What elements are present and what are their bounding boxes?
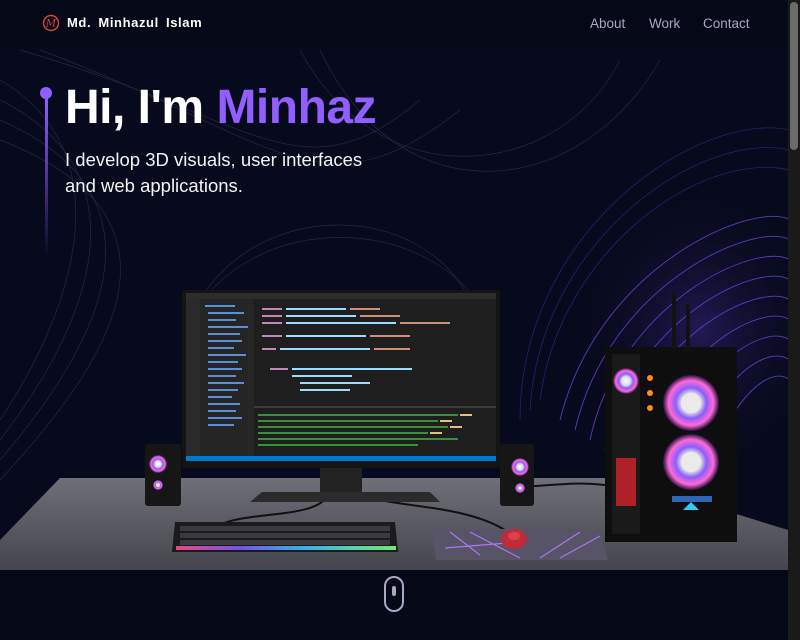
- hero-name: Minhaz: [216, 81, 377, 134]
- nav-link-about[interactable]: About: [590, 16, 625, 31]
- scroll-dot: [392, 586, 396, 596]
- hero-line: [45, 98, 48, 258]
- brand-name[interactable]: Md. Minhazul Islam: [67, 15, 202, 30]
- svg-text:M: M: [45, 19, 57, 30]
- navbar: M Md. Minhazul Islam About Work Contact: [0, 0, 788, 48]
- scrollbar-thumb[interactable]: [790, 2, 798, 150]
- computer-desk-scene: [0, 290, 788, 590]
- hero-subtitle: I develop 3D visuals, user interfaces an…: [65, 149, 363, 196]
- m-logo-icon[interactable]: M: [42, 14, 60, 32]
- hero-title: Hi, I'm Minhaz: [65, 80, 377, 135]
- nav-link-contact[interactable]: Contact: [703, 16, 750, 31]
- nav-link-work[interactable]: Work: [649, 16, 680, 31]
- mouse-scroll-icon[interactable]: [384, 576, 404, 612]
- hero-greeting: Hi, I'm: [65, 81, 217, 134]
